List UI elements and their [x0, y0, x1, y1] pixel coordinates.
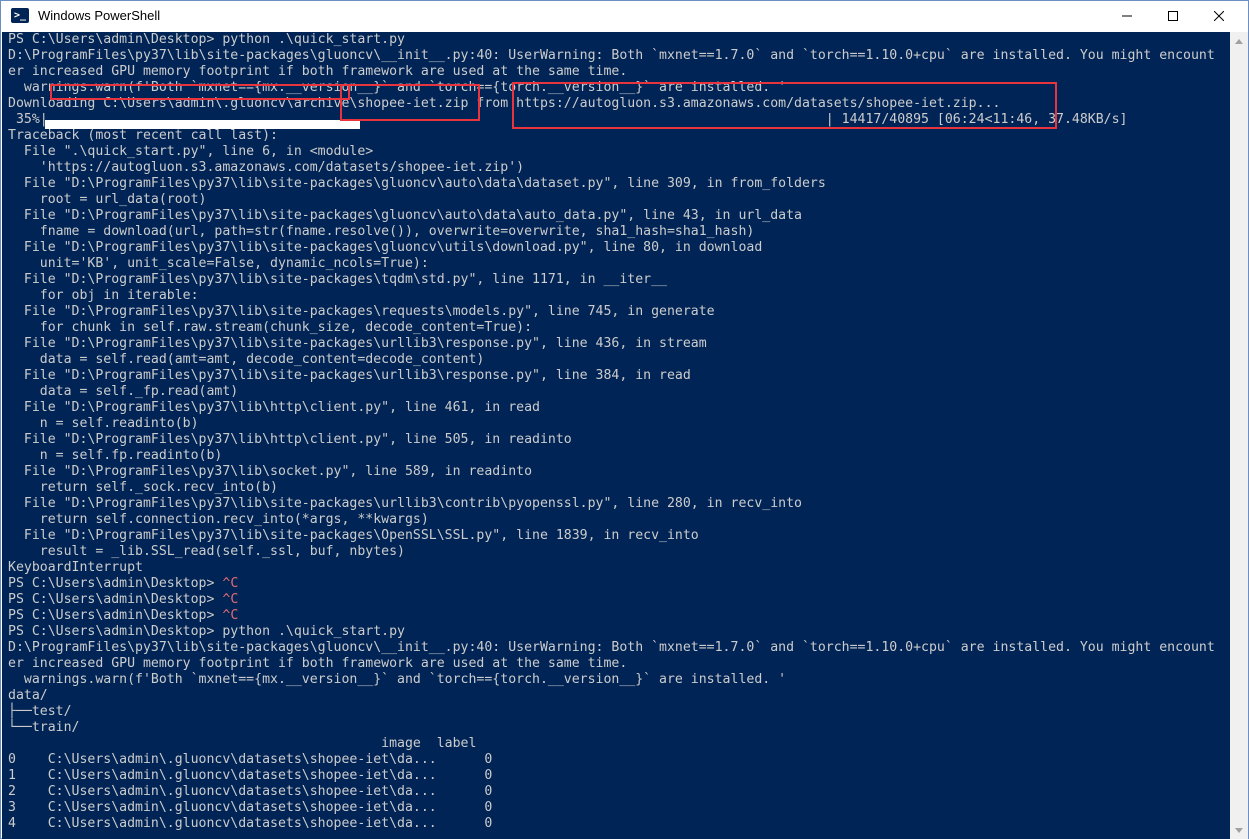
console-lines: PS C:\Users\admin\Desktop> python .\quic… — [8, 32, 1215, 832]
highlight-box-warnings — [50, 84, 350, 100]
ctrl-c-text: ^C — [222, 608, 239, 623]
console-line: PS C:\Users\admin\Desktop> python .\quic… — [8, 32, 405, 47]
console-line: PS C:\Users\admin\Desktop> ^C — [8, 608, 1215, 624]
console-line: n = self.readinto(b) — [8, 416, 199, 431]
highlight-box-archive-path — [340, 84, 480, 121]
close-button[interactable] — [1196, 1, 1242, 31]
console-line: 1 C:\Users\admin\.gluoncv\datasets\shope… — [8, 768, 493, 783]
console-line: PS C:\Users\admin\Desktop> ^C — [8, 576, 1215, 592]
console-line: File "D:\ProgramFiles\py37\lib\site-pack… — [8, 240, 763, 255]
console-line: return self._sock.recv_into(b) — [8, 480, 278, 495]
ctrl-c-text: ^C — [222, 592, 239, 607]
console-line: for chunk in self.raw.stream(chunk_size,… — [8, 320, 533, 335]
maximize-icon — [1168, 11, 1178, 21]
ctrl-c-text: ^C — [222, 576, 239, 591]
prompt-text: PS C:\Users\admin\Desktop> — [8, 608, 223, 623]
console-output[interactable]: PS C:\Users\admin\Desktop> python .\quic… — [2, 32, 1230, 839]
powershell-window: >_ Windows PowerShell PS C:\Users\admin\… — [0, 0, 1249, 839]
console-line: warnings.warn(f'Both `mxnet=={mx.__versi… — [8, 672, 787, 687]
maximize-button[interactable] — [1150, 1, 1196, 31]
console-line: er increased GPU memory footprint if bot… — [8, 656, 628, 671]
close-icon — [1214, 11, 1224, 21]
console-line: n = self.fp.readinto(b) — [8, 448, 223, 463]
powershell-icon: >_ — [11, 8, 29, 23]
console-line: 3 C:\Users\admin\.gluoncv\datasets\shope… — [8, 800, 493, 815]
console-line: File "D:\ProgramFiles\py37\lib\site-pack… — [8, 336, 707, 351]
console-line: File "D:\ProgramFiles\py37\lib\site-pack… — [8, 368, 691, 383]
download-progress-bar — [45, 120, 360, 129]
console-line: File "D:\ProgramFiles\py37\lib\site-pack… — [8, 528, 699, 543]
console-line: KeyboardInterrupt — [8, 560, 143, 575]
console-line: fname = download(url, path=str(fname.res… — [8, 224, 755, 239]
console-line: for obj in iterable: — [8, 288, 199, 303]
console-line: return self.connection.recv_into(*args, … — [8, 512, 429, 527]
console-line: PS C:\Users\admin\Desktop> python .\quic… — [8, 624, 405, 639]
console-line: Traceback (most recent call last): — [8, 128, 278, 143]
scroll-down-arrow-icon[interactable] — [1230, 821, 1248, 839]
console-line: File "D:\ProgramFiles\py37\lib\site-pack… — [8, 208, 802, 223]
console-line: ├──test/ — [8, 704, 72, 719]
highlight-box-url — [512, 82, 1057, 129]
console-line: data/ — [8, 688, 48, 703]
minimize-icon — [1122, 15, 1132, 17]
console-line: File "D:\ProgramFiles\py37\lib\site-pack… — [8, 272, 667, 287]
prompt-text: PS C:\Users\admin\Desktop> — [8, 592, 223, 607]
console-line: File "D:\ProgramFiles\py37\lib\site-pack… — [8, 176, 826, 191]
console-line: File "D:\ProgramFiles\py37\lib\http\clie… — [8, 432, 572, 447]
console-line: File ".\quick_start.py", line 6, in <mod… — [8, 144, 374, 159]
console-line: root = url_data(root) — [8, 192, 207, 207]
console-line: File "D:\ProgramFiles\py37\lib\site-pack… — [8, 304, 715, 319]
title-bar[interactable]: >_ Windows PowerShell — [1, 1, 1248, 31]
console-line: result = _lib.SSL_read(self._ssl, buf, n… — [8, 544, 405, 559]
console-line: PS C:\Users\admin\Desktop> ^C — [8, 592, 1215, 608]
console-line: data = self.read(amt=amt, decode_content… — [8, 352, 485, 367]
console-line: 2 C:\Users\admin\.gluoncv\datasets\shope… — [8, 784, 493, 799]
console-line: File "D:\ProgramFiles\py37\lib\http\clie… — [8, 400, 540, 415]
console-line: D:\ProgramFiles\py37\lib\site-packages\g… — [8, 640, 1215, 655]
console-line: er increased GPU memory footprint if bot… — [8, 64, 628, 79]
console-line: unit='KB', unit_scale=False, dynamic_nco… — [8, 256, 429, 271]
vertical-scrollbar[interactable] — [1230, 32, 1248, 839]
window-title: Windows PowerShell — [38, 8, 161, 23]
console-line: File "D:\ProgramFiles\py37\lib\socket.py… — [8, 464, 533, 479]
scroll-up-arrow-icon[interactable] — [1230, 32, 1248, 50]
console-line: image label — [8, 736, 477, 751]
console-line: File "D:\ProgramFiles\py37\lib\site-pack… — [8, 496, 802, 511]
console-line: data = self._fp.read(amt) — [8, 384, 239, 399]
minimize-button[interactable] — [1104, 1, 1150, 31]
console-line: 'https://autogluon.s3.amazonaws.com/data… — [8, 160, 525, 175]
console-line: D:\ProgramFiles\py37\lib\site-packages\g… — [8, 48, 1215, 63]
prompt-text: PS C:\Users\admin\Desktop> — [8, 576, 223, 591]
console-line: 0 C:\Users\admin\.gluoncv\datasets\shope… — [8, 752, 493, 767]
console-line: └──train/ — [8, 720, 80, 735]
console-line: 4 C:\Users\admin\.gluoncv\datasets\shope… — [8, 816, 493, 831]
